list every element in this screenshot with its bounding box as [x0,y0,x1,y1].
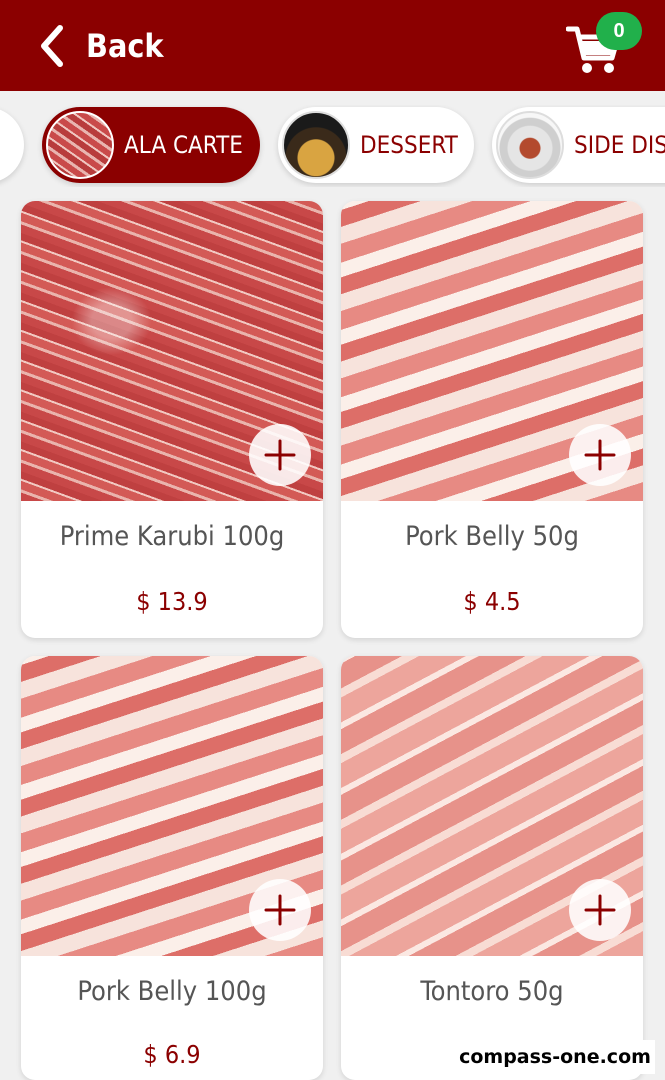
side-dish-thumbnail-icon [496,111,564,179]
category-chip-side-dish[interactable]: SIDE DISH [492,107,665,183]
plus-icon [264,439,296,471]
add-to-cart-button[interactable] [569,879,631,941]
product-name: Prime Karubi 100g [59,521,285,552]
product-name: Tontoro 50g [420,976,564,1007]
plus-icon [264,894,296,926]
product-name: Pork Belly 50g [405,521,579,552]
category-chip-previous[interactable] [0,107,24,183]
category-label: ALA CARTE [124,131,243,159]
category-label: SIDE DISH [574,131,665,159]
watermark-label: compass-one.com [455,1040,655,1074]
add-to-cart-button[interactable] [249,424,311,486]
category-bar: ALA CARTE DESSERT SIDE DISH [0,105,665,187]
product-price: $ 6.9 [143,1040,201,1069]
product-name: Pork Belly 100g [77,976,267,1007]
app-header: Back 0 [0,0,665,91]
category-chip-ala-carte[interactable]: ALA CARTE [42,107,260,183]
add-to-cart-button[interactable] [569,424,631,486]
dessert-thumbnail-icon [282,111,350,179]
back-label: Back [86,27,164,65]
product-price: $ 13.9 [136,587,208,616]
cart-count-badge: 0 [596,12,642,50]
product-card[interactable]: Pork Belly 50g $ 4.5 [341,201,643,638]
category-label: DESSERT [360,131,458,159]
plus-icon [584,894,616,926]
meat-thumbnail-icon [46,111,114,179]
back-button[interactable]: Back [36,22,164,70]
product-card[interactable]: Prime Karubi 100g $ 13.9 [21,201,323,638]
product-price: $ 4.5 [463,587,521,616]
add-to-cart-button[interactable] [249,879,311,941]
chevron-left-icon [41,25,63,67]
product-card[interactable]: Tontoro 50g [341,656,643,1080]
plus-icon [584,439,616,471]
product-card[interactable]: Pork Belly 100g $ 6.9 [21,656,323,1080]
category-chip-dessert[interactable]: DESSERT [278,107,474,183]
